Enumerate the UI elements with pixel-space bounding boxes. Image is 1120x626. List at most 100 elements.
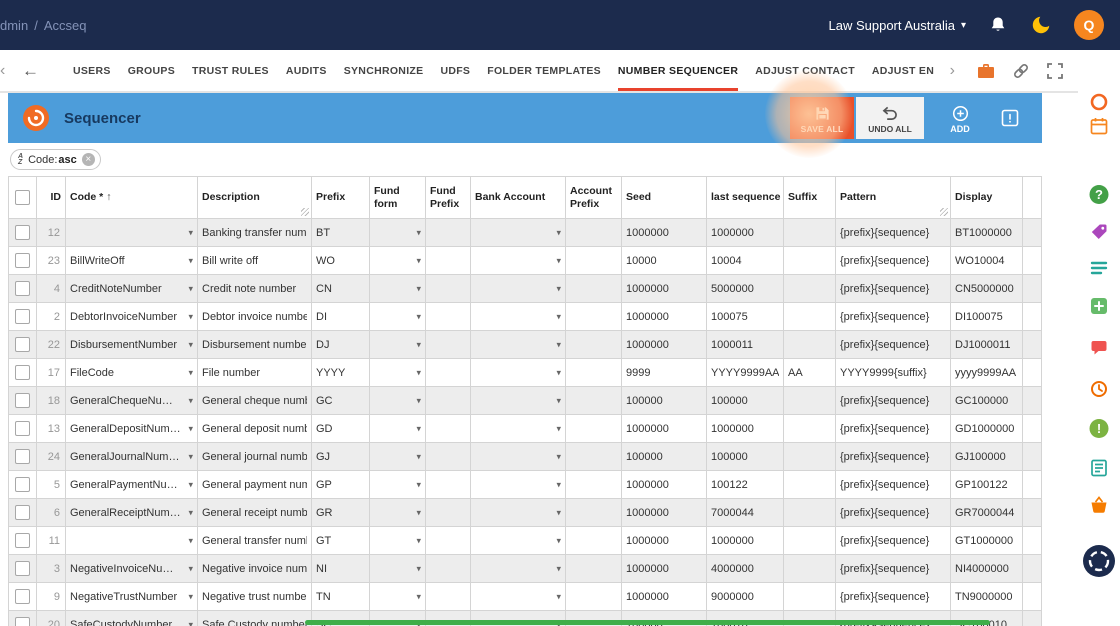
tab-trust-rules[interactable]: TRUST RULES — [192, 50, 269, 91]
cell-pattern[interactable]: {prefix}{sequence} — [835, 554, 951, 583]
cell-description[interactable]: General payment number — [197, 470, 312, 499]
table-row[interactable]: 4 CreditNoteNumber ▾ Credit note number CN ▾ ▾… — [8, 274, 1042, 303]
chevron-down-icon[interactable]: ▾ — [416, 227, 421, 238]
column-header-last_sequence[interactable]: last sequence — [706, 176, 784, 219]
row-checkbox[interactable] — [15, 449, 30, 464]
chevron-down-icon[interactable]: ▾ — [556, 507, 561, 518]
sort-filter-chip[interactable]: AZ Code: asc × — [10, 149, 101, 170]
cell-description[interactable]: Debtor invoice number — [197, 302, 312, 331]
cell-display[interactable]: yyyy9999AA — [950, 358, 1023, 387]
cell-fund_prefix[interactable] — [425, 246, 471, 275]
cell-code[interactable]: FileCode ▾ — [65, 358, 198, 387]
cell-fund_form[interactable]: ▾ — [369, 582, 426, 611]
cell-account_prefix[interactable] — [565, 498, 622, 527]
cell-code[interactable]: DebtorInvoiceNumber ▾ — [65, 302, 198, 331]
cell-account_prefix[interactable] — [565, 470, 622, 499]
cell-pattern[interactable]: {prefix}{sequence} — [835, 442, 951, 471]
cell-bank_account[interactable]: ▾ — [470, 582, 566, 611]
cell-seed[interactable]: 100000 — [621, 386, 707, 415]
cell-seed[interactable]: 1000000 — [621, 414, 707, 443]
cell-pattern[interactable]: {prefix}{sequence} — [835, 246, 951, 275]
cell-suffix[interactable] — [783, 470, 836, 499]
cell-pattern[interactable]: {prefix}{sequence} — [835, 330, 951, 359]
chevron-down-icon[interactable]: ▾ — [188, 507, 193, 518]
row-checkbox[interactable] — [15, 225, 30, 240]
row-checkbox[interactable] — [15, 617, 30, 626]
cell-bank_account[interactable]: ▾ — [470, 498, 566, 527]
chevron-down-icon[interactable]: ▾ — [556, 255, 561, 266]
cell-account_prefix[interactable] — [565, 442, 622, 471]
row-checkbox[interactable] — [15, 253, 30, 268]
cell-seed[interactable]: 1000000 — [621, 498, 707, 527]
cell-fund_prefix[interactable] — [425, 302, 471, 331]
cell-fund_prefix[interactable] — [425, 274, 471, 303]
tab-users[interactable]: USERS — [73, 50, 111, 91]
cell-prefix[interactable]: GD — [311, 414, 370, 443]
row-checkbox[interactable] — [15, 393, 30, 408]
cell-account_prefix[interactable] — [565, 274, 622, 303]
cell-last_sequence[interactable]: 100000 — [706, 386, 784, 415]
table-row[interactable]: 3 NegativeInvoiceNumber ▾ Negative invoice … — [8, 554, 1042, 583]
scroll-right-chevron-icon[interactable]: › — [950, 62, 955, 80]
tab-audits[interactable]: AUDITS — [286, 50, 327, 91]
chevron-down-icon[interactable]: ▾ — [188, 423, 193, 434]
chevron-down-icon[interactable]: ▾ — [556, 227, 561, 238]
chevron-down-icon[interactable]: ▾ — [188, 535, 193, 546]
cell-seed[interactable]: 100000 — [621, 442, 707, 471]
cell-fund_prefix[interactable] — [425, 386, 471, 415]
row-checkbox-cell[interactable] — [8, 302, 37, 331]
feed-icon[interactable] — [1089, 260, 1109, 276]
cell-code[interactable]: SafeCustodyNumber ▾ — [65, 610, 198, 626]
cell-prefix[interactable]: GC — [311, 386, 370, 415]
cell-last_sequence[interactable]: 1000000 — [706, 526, 784, 555]
chevron-down-icon[interactable]: ▾ — [416, 395, 421, 406]
cell-seed[interactable]: 1000000 — [621, 470, 707, 499]
cell-last_sequence[interactable]: 5000000 — [706, 274, 784, 303]
row-checkbox[interactable] — [15, 365, 30, 380]
table-row[interactable]: 11 ▾ General transfer numberGT ▾ ▾ 1000000100… — [8, 526, 1042, 555]
cell-display[interactable]: GR7000044 — [950, 498, 1023, 527]
cell-display[interactable]: DJ1000011 — [950, 330, 1023, 359]
cell-bank_account[interactable]: ▾ — [470, 218, 566, 247]
cell-fund_prefix[interactable] — [425, 330, 471, 359]
chevron-down-icon[interactable]: ▾ — [416, 479, 421, 490]
cell-prefix[interactable]: GT — [311, 526, 370, 555]
cell-code[interactable]: GeneralPaymentNumber ▾ — [65, 470, 198, 499]
column-resize-handle[interactable] — [940, 208, 948, 216]
table-row[interactable]: 6 GeneralReceiptNumber ▾ General receipt nu… — [8, 498, 1042, 527]
org-selector[interactable]: Law Support Australia ▾ — [829, 18, 967, 33]
column-header-display[interactable]: Display — [950, 176, 1023, 219]
row-checkbox[interactable] — [15, 309, 30, 324]
cell-suffix[interactable] — [783, 582, 836, 611]
cell-last_sequence[interactable]: 7000044 — [706, 498, 784, 527]
chevron-down-icon[interactable]: ▾ — [556, 311, 561, 322]
cell-display[interactable]: GC100000 — [950, 386, 1023, 415]
column-header-code[interactable]: Code * ↑ — [65, 176, 198, 219]
tab-synchronize[interactable]: SYNCHRONIZE — [344, 50, 424, 91]
cell-code[interactable]: CreditNoteNumber ▾ — [65, 274, 198, 303]
tab-number-sequencer[interactable]: NUMBER SEQUENCER — [617, 50, 739, 91]
cell-fund_prefix[interactable] — [425, 526, 471, 555]
cell-last_sequence[interactable]: 100075 — [706, 302, 784, 331]
column-header-fund_form[interactable]: Fund form — [369, 176, 426, 219]
cell-seed[interactable]: 1000000 — [621, 330, 707, 359]
cell-fund_prefix[interactable] — [425, 218, 471, 247]
cell-suffix[interactable] — [783, 498, 836, 527]
cell-display[interactable]: WO10004 — [950, 246, 1023, 275]
cell-pattern[interactable]: {prefix}{sequence} — [835, 414, 951, 443]
remove-filter-icon[interactable]: × — [81, 153, 95, 166]
cell-suffix[interactable] — [783, 218, 836, 247]
row-checkbox[interactable] — [15, 505, 30, 520]
chevron-down-icon[interactable]: ▾ — [556, 423, 561, 434]
cell-description[interactable]: General journal number — [197, 442, 312, 471]
cell-pattern[interactable]: {prefix}{sequence} — [835, 470, 951, 499]
cell-seed[interactable]: 1000000 — [621, 554, 707, 583]
row-checkbox-cell[interactable] — [8, 414, 37, 443]
chevron-down-icon[interactable]: ▾ — [556, 283, 561, 294]
row-checkbox[interactable] — [15, 589, 30, 604]
cell-pattern[interactable]: YYYY9999{suffix} — [835, 358, 951, 387]
user-avatar[interactable]: Q — [1074, 10, 1104, 40]
cell-seed[interactable]: 9999 — [621, 358, 707, 387]
column-header-seed[interactable]: Seed — [621, 176, 707, 219]
chevron-down-icon[interactable]: ▾ — [556, 395, 561, 406]
